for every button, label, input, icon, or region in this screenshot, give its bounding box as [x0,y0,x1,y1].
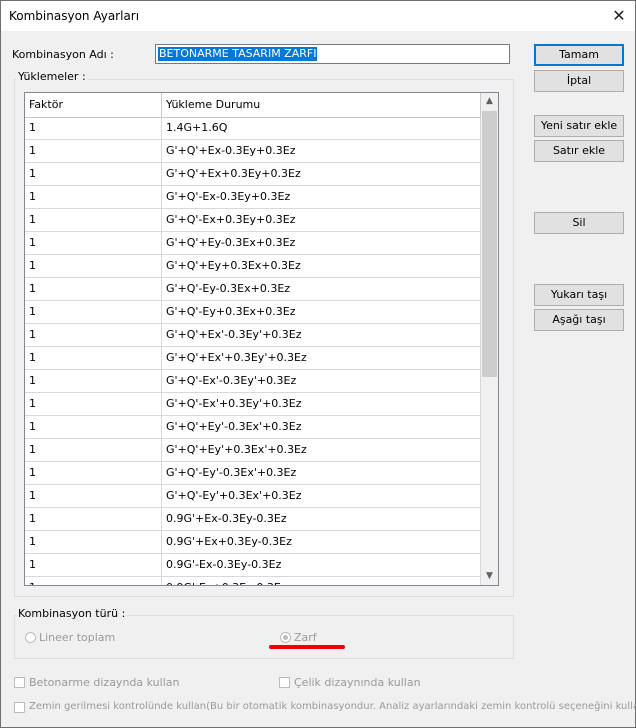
close-icon[interactable]: ✕ [607,4,631,28]
loads-group-label: Yüklemeler : [16,70,88,83]
factor-cell[interactable]: 1 [25,462,162,484]
scroll-down-icon[interactable]: ▼ [481,568,498,585]
table-row[interactable]: 1 G'+Q'-Ey-0.3Ex+0.3Ez [25,278,481,301]
load-case-cell[interactable]: G'+Q'-Ey'-0.3Ex'+0.3Ez [162,462,481,484]
load-case-cell[interactable]: G'+Q'-Ex'+0.3Ey'+0.3Ez [162,393,481,415]
title-bar: Kombinasyon Ayarları ✕ [1,1,635,31]
window-title: Kombinasyon Ayarları [9,9,140,23]
table-row[interactable]: 1 G'+Q'-Ex+0.3Ey+0.3Ez [25,209,481,232]
dialog-window: Kombinasyon Ayarları ✕ Kombinasyon Adı :… [0,0,636,728]
cancel-button[interactable]: İptal [534,70,624,92]
factor-cell[interactable]: 1 [25,209,162,231]
move-up-button[interactable]: Yukarı taşı [534,284,624,306]
linear-sum-label: Lineer toplam [39,631,116,644]
combination-name-input[interactable]: BETONARME TASARIM ZARFI [155,44,510,64]
factor-cell[interactable]: 1 [25,347,162,369]
table-row[interactable]: 10.9G'-Ex+0.3Ey-0.3Ez [25,577,481,585]
vertical-scrollbar[interactable]: ▲ ▼ [481,93,498,585]
factor-cell[interactable]: 1 [25,577,162,585]
table-row[interactable]: 1 G'+Q'+Ex+0.3Ey+0.3Ez [25,163,481,186]
factor-cell[interactable]: 1 [25,140,162,162]
factor-cell[interactable]: 1 [25,393,162,415]
factor-cell[interactable]: 1 [25,255,162,277]
load-case-column-header[interactable]: Yükleme Durumu [162,93,481,117]
load-case-cell[interactable]: 0.9G'-Ex-0.3Ey-0.3Ez [162,554,481,576]
scrollbar-thumb[interactable] [482,111,497,377]
factor-cell[interactable]: 1 [25,485,162,507]
factor-column-header[interactable]: Faktör [25,93,162,117]
load-case-cell[interactable]: G'+Q'+Ey'-0.3Ex'+0.3Ez [162,416,481,438]
table-row[interactable]: 1 G'+Q'-Ex'+0.3Ey'+0.3Ez [25,393,481,416]
table-row[interactable]: 1 0.9G'+Ex-0.3Ey-0.3Ez [25,508,481,531]
delete-button[interactable]: Sil [534,212,624,234]
soil-stress-checkbox[interactable] [14,702,25,713]
factor-cell[interactable]: 1 [25,117,162,139]
factor-cell[interactable]: 1 [25,301,162,323]
combination-type-label: Kombinasyon türü : [16,607,128,620]
table-row[interactable]: 1 G'+Q'+Ey'-0.3Ex'+0.3Ez [25,416,481,439]
envelope-radio[interactable] [280,632,291,643]
load-case-cell[interactable]: G'+Q'-Ey-0.3Ex+0.3Ez [162,278,481,300]
factor-cell[interactable]: 1 [25,531,162,553]
move-down-button[interactable]: Aşağı taşı [534,309,624,331]
load-case-cell[interactable]: G'+Q'+Ex'+0.3Ey'+0.3Ez [162,347,481,369]
table-row[interactable]: 1 0.9G'+Ex+0.3Ey-0.3Ez [25,531,481,554]
factor-cell[interactable]: 1 [25,163,162,185]
factor-cell[interactable]: 1 [25,554,162,576]
load-case-cell[interactable]: 0.9G'+Ex-0.3Ey-0.3Ez [162,508,481,530]
linear-sum-radio[interactable] [25,632,36,643]
load-case-cell[interactable]: 0.9G'+Ex+0.3Ey-0.3Ez [162,531,481,553]
load-case-cell[interactable]: G'+Q'-Ex+0.3Ey+0.3Ez [162,209,481,231]
factor-cell[interactable]: 1 [25,278,162,300]
load-case-cell[interactable]: G'+Q'+Ey-0.3Ex+0.3Ez [162,232,481,254]
table-row[interactable]: 1 G'+Q'-Ey'+0.3Ex'+0.3Ez [25,485,481,508]
factor-cell[interactable]: 1 [25,232,162,254]
loads-grid[interactable]: Faktör Yükleme Durumu 1 1.4G+1.6Q 1 G'+Q'+E… [24,92,499,586]
combination-name-value: BETONARME TASARIM ZARFI [158,47,318,61]
factor-cell[interactable]: 1 [25,370,162,392]
load-case-cell[interactable]: G'+Q'-Ey+0.3Ex+0.3Ez [162,301,481,323]
load-case-cell[interactable]: G'+Q'-Ey'+0.3Ex'+0.3Ez [162,485,481,507]
table-row[interactable]: 1 G'+Q'+Ex-0.3Ey+0.3Ez [25,140,481,163]
grid-rows: 1 1.4G+1.6Q 1 G'+Q'+Ex-0.3Ey+0.3Ez 1 G'+Q'+Ex… [25,117,481,585]
table-row[interactable]: 1 1.4G+1.6Q [25,117,481,140]
factor-cell[interactable]: 1 [25,508,162,530]
factor-cell[interactable]: 1 [25,186,162,208]
red-annotation-underline [269,645,345,649]
soil-stress-label: Zemin gerilmesi kontrolünde kullan(Bu bi… [29,701,636,712]
concrete-design-label: Betonarme dizaynda kullan [29,676,180,689]
concrete-design-checkbox[interactable] [14,677,25,688]
steel-design-checkbox[interactable] [279,677,290,688]
table-row[interactable]: 1 G'+Q'+Ey'+0.3Ex'+0.3Ez [25,439,481,462]
table-row[interactable]: 1 G'+Q'-Ey+0.3Ex+0.3Ez [25,301,481,324]
ok-button[interactable]: Tamam [534,44,624,66]
factor-cell[interactable]: 1 [25,324,162,346]
combination-name-label: Kombinasyon Adı : [12,48,114,61]
load-case-cell[interactable]: 0.9G'-Ex+0.3Ey-0.3Ez [162,577,481,585]
add-row-button[interactable]: Satır ekle [534,140,624,162]
load-case-cell[interactable]: G'+Q'-Ex-0.3Ey+0.3Ez [162,186,481,208]
load-case-cell[interactable]: G'+Q'-Ex'-0.3Ey'+0.3Ez [162,370,481,392]
load-case-cell[interactable]: G'+Q'+Ey'+0.3Ex'+0.3Ez [162,439,481,461]
table-row[interactable]: 1 G'+Q'-Ex-0.3Ey+0.3Ez [25,186,481,209]
load-case-cell[interactable]: 1.4G+1.6Q [162,117,481,139]
factor-cell[interactable]: 1 [25,439,162,461]
table-row[interactable]: 1 G'+Q'+Ex'-0.3Ey'+0.3Ez [25,324,481,347]
steel-design-label: Çelik dizaynında kullan [294,676,421,689]
table-row[interactable]: 1 0.9G'-Ex-0.3Ey-0.3Ez [25,554,481,577]
factor-cell[interactable]: 1 [25,416,162,438]
table-row[interactable]: 1 G'+Q'-Ey'-0.3Ex'+0.3Ez [25,462,481,485]
grid-header: Faktör Yükleme Durumu [25,93,481,118]
envelope-label: Zarf [294,631,317,644]
table-row[interactable]: 1 G'+Q'-Ex'-0.3Ey'+0.3Ez [25,370,481,393]
table-row[interactable]: 1 G'+Q'+Ex'+0.3Ey'+0.3Ez [25,347,481,370]
load-case-cell[interactable]: G'+Q'+Ex+0.3Ey+0.3Ez [162,163,481,185]
load-case-cell[interactable]: G'+Q'+Ex'-0.3Ey'+0.3Ez [162,324,481,346]
load-case-cell[interactable]: G'+Q'+Ey+0.3Ex+0.3Ez [162,255,481,277]
load-case-cell[interactable]: G'+Q'+Ex-0.3Ey+0.3Ez [162,140,481,162]
table-row[interactable]: 1 G'+Q'+Ey+0.3Ex+0.3Ez [25,255,481,278]
table-row[interactable]: 1 G'+Q'+Ey-0.3Ex+0.3Ez [25,232,481,255]
new-row-button[interactable]: Yeni satır ekle [534,115,624,137]
scroll-up-icon[interactable]: ▲ [481,93,498,110]
